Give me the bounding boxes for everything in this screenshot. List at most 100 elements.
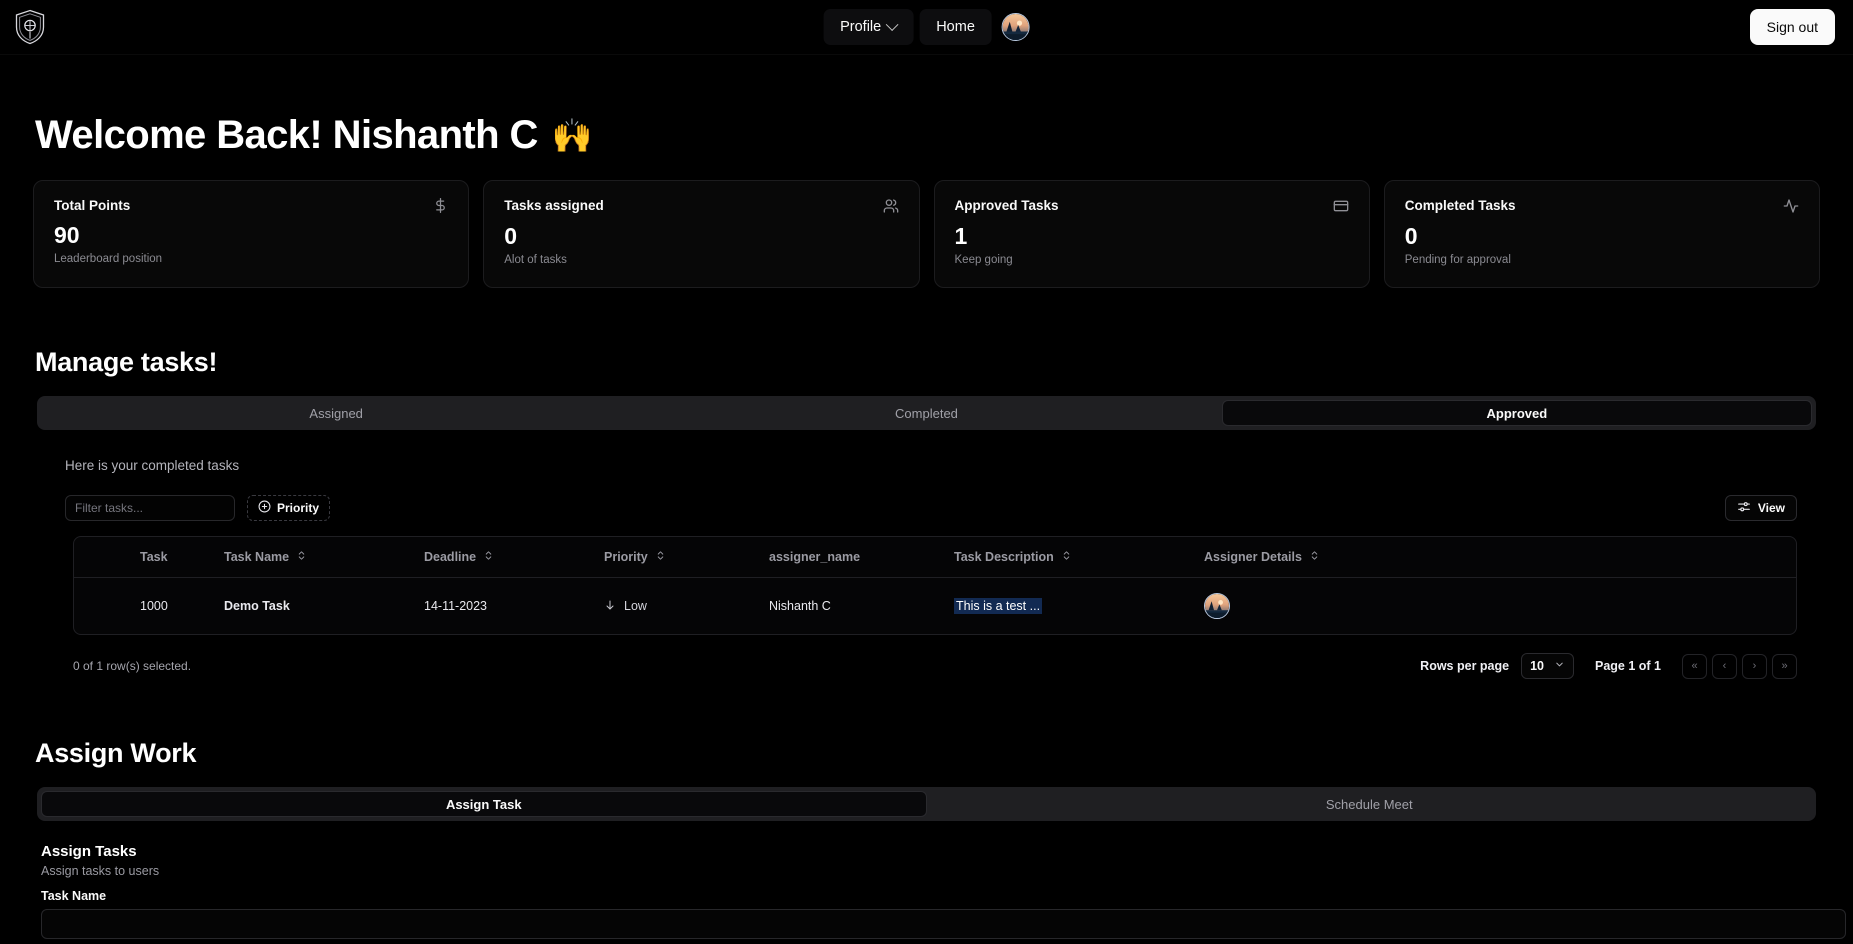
table-pagination: 0 of 1 row(s) selected. Rows per page 10… (73, 653, 1797, 679)
priority-label: Low (624, 599, 647, 613)
cell-task-description: This is a test ... (954, 578, 1204, 635)
stat-title: Total Points (54, 198, 131, 213)
activity-icon (1783, 198, 1799, 214)
tab-assign-task[interactable]: Assign Task (41, 791, 927, 817)
cell-deadline: 14-11-2023 (424, 599, 488, 613)
column-label: Task Name (224, 550, 290, 564)
stat-value: 0 (504, 223, 518, 249)
cell-assigner-details (1204, 578, 1796, 635)
column-header-deadline[interactable]: Deadline (424, 537, 604, 578)
sort-icon (1061, 550, 1072, 564)
stat-title: Approved Tasks (954, 198, 1059, 213)
tab-completed[interactable]: Completed (631, 400, 1221, 426)
table-helper-text: Here is your completed tasks (65, 458, 240, 473)
rows-selected-label: 0 of 1 row(s) selected. (73, 659, 192, 673)
assign-work-heading: Assign Work (35, 738, 197, 768)
stat-subtitle: Alot of tasks (504, 254, 567, 266)
pagination-buttons: « ‹ › » (1682, 653, 1797, 679)
first-page-button[interactable]: « (1682, 653, 1707, 679)
filter-tasks-input[interactable] (65, 495, 235, 521)
sort-icon (1309, 550, 1320, 564)
users-icon (883, 198, 899, 214)
table-row[interactable]: 1000 Demo Task 14-11-2023 Low Nishanth C (74, 578, 1796, 635)
table-toolbar: Priority View (65, 495, 1797, 521)
last-page-button[interactable]: » (1772, 653, 1797, 679)
shield-logo-icon[interactable] (9, 6, 51, 48)
assigner-avatar[interactable] (1204, 593, 1230, 619)
home-nav-button[interactable]: Home (919, 9, 992, 45)
column-label: Task (140, 550, 168, 564)
assign-form-title: Assign Tasks (41, 843, 137, 860)
stat-title: Completed Tasks (1404, 198, 1516, 213)
primary-nav: Profile Home (823, 9, 1030, 45)
column-label: Deadline (424, 550, 477, 564)
page-content: Welcome Back! Nishanth C 🙌 Total Points … (0, 113, 1853, 939)
priority-filter-button[interactable]: Priority (247, 495, 331, 521)
home-nav-label: Home (936, 19, 975, 35)
stat-title: Tasks assigned (504, 198, 604, 213)
sort-icon (296, 550, 307, 564)
cell-priority: Low (604, 578, 769, 635)
previous-page-button[interactable]: ‹ (1712, 653, 1737, 679)
stat-card-total-points: Total Points 90 Leaderboard position (33, 180, 470, 288)
column-label: Assigner Details (1204, 550, 1302, 564)
top-navigation-bar: Profile Home Sign out (0, 0, 1853, 55)
next-page-button[interactable]: › (1742, 653, 1767, 679)
cell-task-name: Demo Task (224, 599, 290, 613)
stat-value: 1 (954, 223, 968, 249)
assign-work-tabs: Assign Task Schedule Meet (37, 787, 1816, 821)
task-name-input[interactable] (41, 909, 1846, 939)
stat-value: 0 (1404, 223, 1418, 249)
stats-card-row: Total Points 90 Leaderboard position Tas… (33, 180, 1820, 288)
stat-card-tasks-assigned: Tasks assigned 0 Alot of tasks (483, 180, 920, 288)
column-header-assigner-details[interactable]: Assigner Details (1204, 537, 1796, 578)
column-header-task[interactable]: Task (74, 537, 224, 578)
profile-menu-button[interactable]: Profile (823, 9, 914, 45)
cell-assigner-name: Nishanth C (769, 599, 831, 613)
raised-hands-emoji-icon: 🙌 (551, 117, 593, 154)
credit-card-icon (1333, 198, 1349, 214)
column-header-task-description[interactable]: Task Description (954, 537, 1204, 578)
column-label: Priority (604, 550, 648, 564)
stat-card-approved-tasks: Approved Tasks 1 Keep going (933, 180, 1370, 288)
view-options-label: View (1757, 501, 1785, 515)
column-header-priority[interactable]: Priority (604, 537, 769, 578)
avatar[interactable] (1001, 13, 1030, 41)
cell-task: 1000 (140, 599, 168, 613)
task-name-field-label: Task Name (41, 889, 107, 903)
profile-menu-label: Profile (840, 19, 882, 35)
chevron-down-icon (885, 17, 899, 31)
sort-icon (483, 550, 494, 564)
tasks-table: Task Task Name Deadline Priority assigne… (73, 536, 1797, 635)
stat-card-completed-tasks: Completed Tasks 0 Pending for approval (1383, 180, 1820, 288)
rows-per-page-select[interactable]: 10 (1521, 653, 1574, 679)
assign-form-subtitle: Assign tasks to users (41, 864, 160, 878)
stat-subtitle: Pending for approval (1404, 254, 1511, 266)
tab-schedule-meet[interactable]: Schedule Meet (927, 791, 1813, 817)
dollar-icon (433, 198, 448, 213)
table-header-row: Task Task Name Deadline Priority assigne… (74, 537, 1796, 578)
page-indicator: Page 1 of 1 (1595, 659, 1661, 673)
task-status-tabs: Assigned Completed Approved (37, 396, 1816, 430)
tab-assigned[interactable]: Assigned (41, 400, 631, 426)
rows-per-page-label: Rows per page (1420, 659, 1510, 673)
sort-icon (655, 550, 666, 564)
welcome-text: Welcome Back! Nishanth C (35, 113, 538, 157)
plus-circle-icon (258, 500, 271, 516)
stat-subtitle: Leaderboard position (54, 253, 163, 265)
chevron-down-icon (1554, 659, 1565, 673)
view-options-button[interactable]: View (1724, 495, 1797, 521)
tab-approved[interactable]: Approved (1221, 400, 1812, 426)
arrow-down-icon (604, 599, 616, 614)
column-label: assigner_name (769, 550, 861, 564)
column-label: Task Description (954, 550, 1054, 564)
sliders-icon (1737, 500, 1751, 517)
assign-task-form: Assign Tasks Assign tasks to users Task … (41, 843, 1846, 939)
manage-tasks-heading: Manage tasks! (35, 347, 218, 377)
column-header-task-name[interactable]: Task Name (224, 537, 424, 578)
sign-out-button[interactable]: Sign out (1749, 9, 1835, 45)
rows-per-page-value: 10 (1530, 659, 1544, 673)
page-title: Welcome Back! Nishanth C 🙌 (35, 113, 1829, 158)
description-text: This is a test ... (954, 598, 1043, 614)
column-header-assigner-name[interactable]: assigner_name (769, 537, 954, 578)
